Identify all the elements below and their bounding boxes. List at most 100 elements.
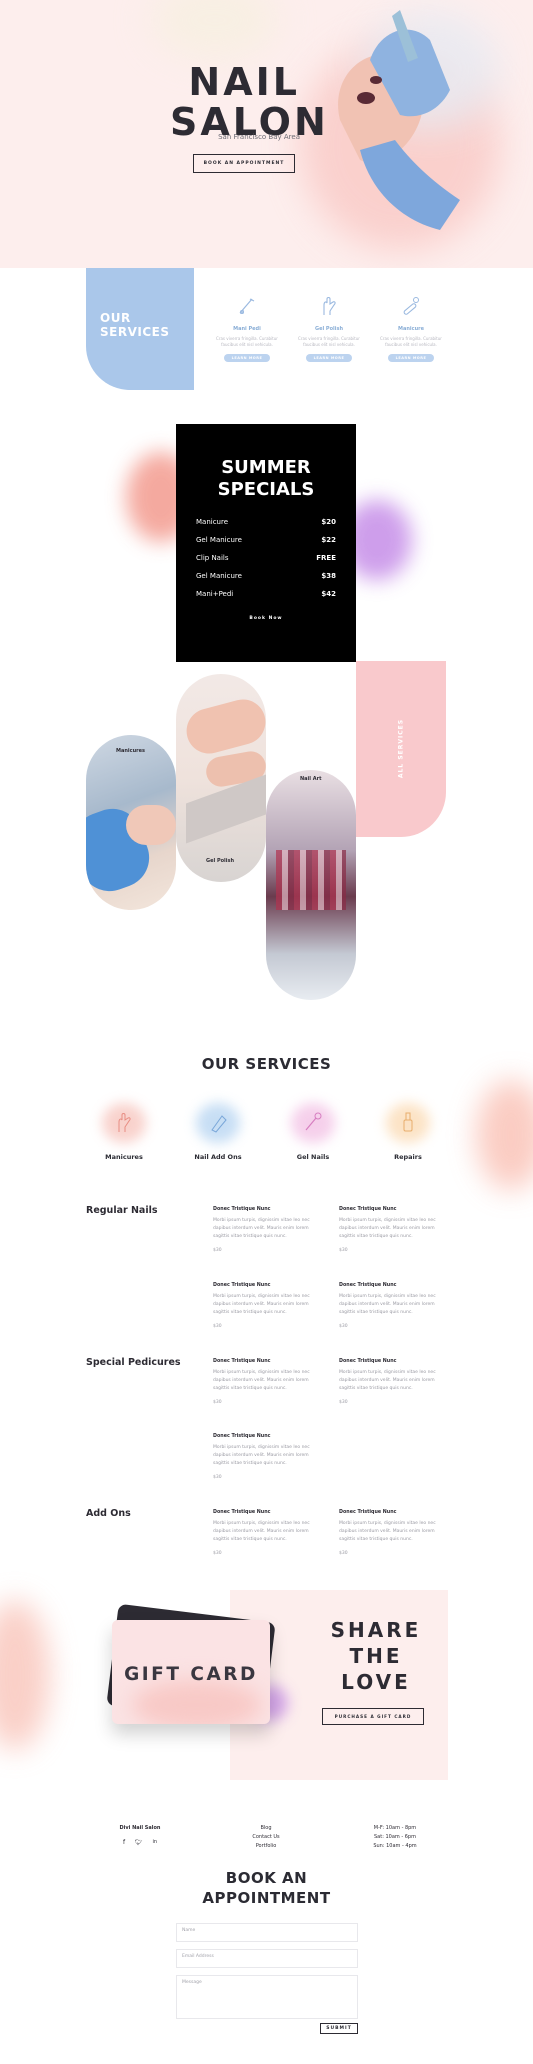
purchase-gift-card-button[interactable]: PURCHASE A GIFT CARD — [322, 1708, 424, 1725]
service-name: Manicure — [397, 326, 424, 332]
gift-card-text: GIFT CARD — [124, 1664, 258, 1685]
special-row: Gel Manicure $22 — [196, 536, 336, 544]
gallery-label: Manicures — [116, 748, 145, 754]
all-services-link[interactable]: ALL SERVICES — [398, 712, 405, 786]
footer-brand: Divi Nail Salon — [119, 1825, 161, 1831]
book-appointment-button[interactable]: BOOK AN APPOINTMENT — [193, 154, 295, 173]
menu-item: Donec Tristique Nunc Morbi ipsum turpis,… — [213, 1207, 325, 1253]
service-category[interactable]: Gel Nails — [273, 1095, 353, 1161]
special-price: $22 — [321, 536, 336, 544]
services-box-title-line1: OUR — [100, 311, 131, 325]
facebook-icon[interactable]: f — [123, 1839, 125, 1846]
menu-item-price: $30 — [213, 1324, 222, 1329]
book-title-line2: APPOINTMENT — [202, 1889, 331, 1907]
services-box-title-line2: SERVICES — [100, 325, 170, 339]
special-price: FREE — [316, 554, 336, 562]
specials-title-line1: SUMMER — [221, 457, 311, 478]
footer-link-portfolio[interactable]: Portfolio — [236, 1842, 296, 1851]
hours-sunday: Sun: 10am - 4pm — [373, 1843, 417, 1849]
brush-icon — [273, 1095, 353, 1149]
twitter-icon[interactable]: 🐦︎ — [135, 1839, 143, 1846]
menu-item: Donec Tristique Nunc Morbi ipsum turpis,… — [339, 1283, 451, 1329]
menu-item-description: Morbi ipsum turpis, dignissim vitae leo … — [213, 1294, 310, 1315]
menu-item: Donec Tristique Nunc Morbi ipsum turpis,… — [339, 1207, 451, 1253]
share-line2: THE — [349, 1644, 403, 1668]
learn-more-button[interactable]: LEARN MORE — [388, 354, 434, 362]
service-card: Manicure Cras viverra fringilla. Curabit… — [374, 295, 448, 362]
share-the-love-title: SHARE THE LOVE — [316, 1617, 436, 1695]
menu-item-description: Morbi ipsum turpis, dignissim vitae leo … — [339, 1294, 436, 1315]
service-category-name: Repairs — [394, 1153, 422, 1161]
menu-item-price: $30 — [213, 1248, 222, 1253]
social-icons: f 🐦︎ in — [123, 1839, 157, 1846]
menu-item-price: $30 — [213, 1551, 222, 1556]
menu-item: Donec Tristique Nunc Morbi ipsum turpis,… — [213, 1283, 325, 1329]
message-field[interactable]: Message — [176, 1975, 358, 2019]
menu-item-price: $30 — [213, 1475, 222, 1480]
brush-icon — [210, 295, 284, 317]
specials-title-line2: SPECIALS — [217, 479, 315, 500]
menu-item-description: Morbi ipsum turpis, dignissim vitae leo … — [213, 1521, 310, 1542]
services-box-title: OUR SERVICES — [100, 311, 190, 339]
menu-item-description: Morbi ipsum turpis, dignissim vitae leo … — [213, 1218, 310, 1239]
footer-hours: M-F: 10am - 8pm Sat: 10am - 6pm Sun: 10a… — [360, 1824, 430, 1851]
special-name: Manicure — [196, 518, 229, 526]
service-category-name: Gel Nails — [296, 1153, 330, 1161]
menu-category-title: Add Ons — [86, 1508, 131, 1519]
menu-item-title: Donec Tristique Nunc — [213, 1207, 271, 1212]
service-description: Cras viverra fringilla. Curabitur faucib… — [298, 336, 360, 347]
hours-saturday: Sat: 10am - 6pm — [374, 1834, 416, 1840]
menu-item-description: Morbi ipsum turpis, dignissim vitae leo … — [339, 1370, 436, 1391]
book-appointment-title: BOOK AN APPOINTMENT — [0, 1868, 533, 1908]
service-card: Mani Pedi Cras viverra fringilla. Curabi… — [210, 295, 284, 362]
gel-polish-photo — [176, 674, 266, 882]
service-card: Gel Polish Cras viverra fringilla. Curab… — [292, 295, 366, 362]
menu-item-price: $30 — [339, 1400, 348, 1405]
footer-link-blog[interactable]: Blog — [236, 1824, 296, 1833]
menu-item-description: Morbi ipsum turpis, dignissim vitae leo … — [339, 1521, 436, 1542]
service-category-name: Nail Add Ons — [194, 1153, 242, 1161]
paint-splash — [476, 1080, 533, 1190]
service-category[interactable]: Manicures — [84, 1095, 164, 1161]
gallery-label: Nail Art — [300, 776, 322, 782]
special-row: Clip Nails FREE — [196, 554, 336, 562]
service-category-name: Manicures — [105, 1153, 143, 1161]
specials-title: SUMMER SPECIALS — [176, 457, 356, 501]
menu-item-price: $30 — [339, 1551, 348, 1556]
footer-links: Blog Contact Us Portfolio — [236, 1824, 296, 1851]
instagram-icon[interactable]: in — [152, 1839, 157, 1846]
learn-more-button[interactable]: LEARN MORE — [224, 354, 270, 362]
service-category[interactable]: Repairs — [368, 1095, 448, 1161]
share-line1: SHARE — [330, 1618, 422, 1642]
book-now-button[interactable]: Book Now — [176, 616, 356, 621]
email-field[interactable]: Email Address — [176, 1949, 358, 1968]
name-field[interactable]: Name — [176, 1923, 358, 1942]
hero-title: NAIL SALON — [170, 60, 326, 142]
manicure-photo — [86, 735, 176, 910]
hero-subtitle: San Francisco Bay Area — [218, 133, 300, 141]
submit-button[interactable]: SUBMIT — [320, 2023, 358, 2034]
paint-splash — [0, 1600, 50, 1750]
menu-category-title: Regular Nails — [86, 1205, 158, 1216]
menu-item-title: Donec Tristique Nunc — [339, 1359, 397, 1364]
menu-item-price: $30 — [339, 1324, 348, 1329]
hours-weekday: M-F: 10am - 8pm — [373, 1825, 417, 1831]
service-description: Cras viverra fringilla. Curabitur faucib… — [380, 336, 442, 347]
hero-title-line1: NAIL — [188, 60, 300, 104]
menu-item-title: Donec Tristique Nunc — [213, 1434, 271, 1439]
service-name: Mani Pedi — [233, 326, 261, 332]
special-row: Manicure $20 — [196, 518, 336, 526]
menu-item: Donec Tristique Nunc Morbi ipsum turpis,… — [213, 1510, 325, 1556]
service-category[interactable]: Nail Add Ons — [178, 1095, 258, 1161]
special-name: Clip Nails — [196, 554, 229, 562]
learn-more-button[interactable]: LEARN MORE — [306, 354, 352, 362]
our-services-title: OUR SERVICES — [201, 1055, 332, 1073]
special-row: Gel Manicure $38 — [196, 572, 336, 580]
menu-item-price: $30 — [339, 1248, 348, 1253]
special-name: Mani+Pedi — [196, 590, 234, 598]
hero-section: NAIL SALON San Francisco Bay Area BOOK A… — [0, 0, 533, 268]
nail-art-photo — [266, 770, 356, 1000]
footer-link-contact[interactable]: Contact Us — [236, 1833, 296, 1842]
hero-splash — [150, 0, 280, 60]
menu-item-title: Donec Tristique Nunc — [213, 1283, 271, 1288]
